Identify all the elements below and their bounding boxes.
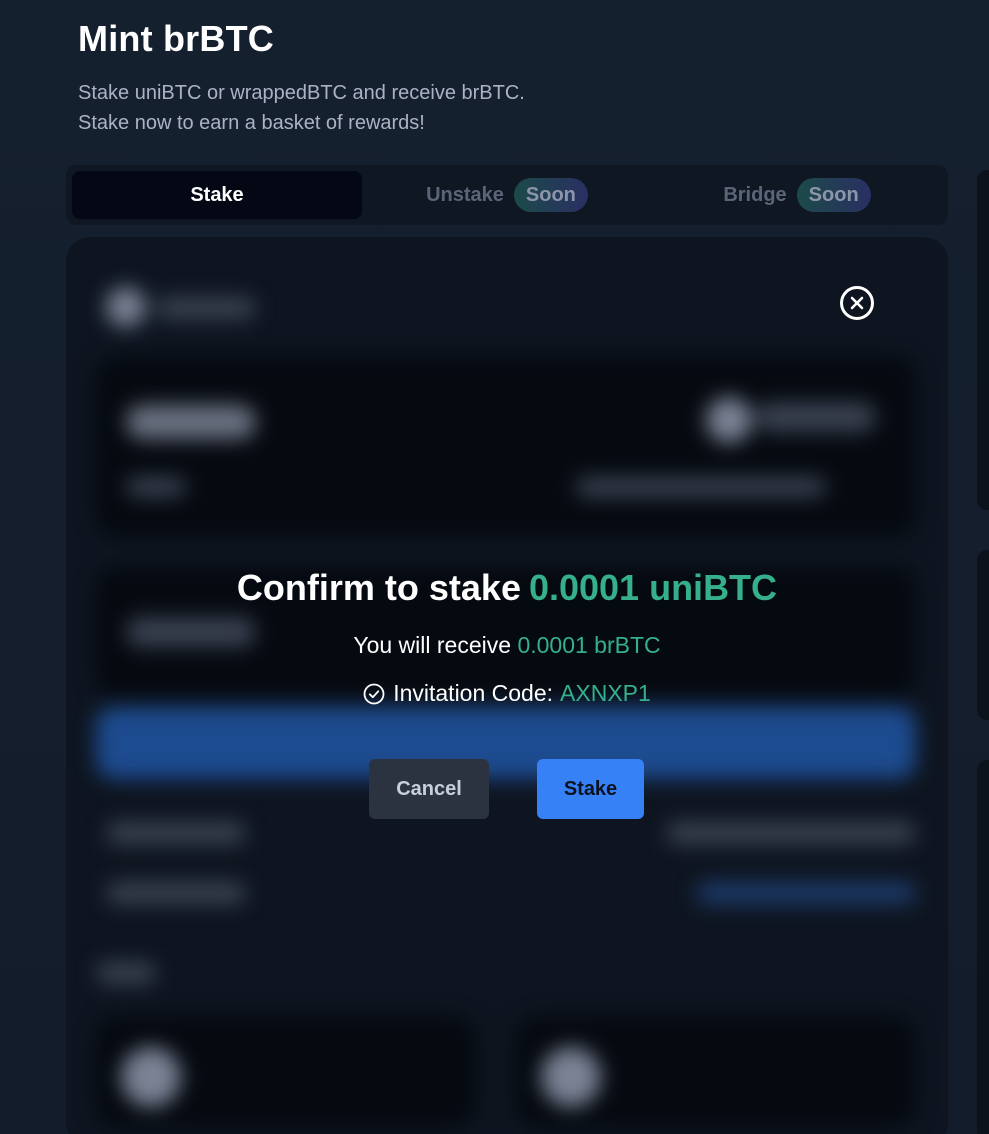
receive-amount: 0.0001 brBTC [517, 632, 661, 658]
invitation-code-row: Invitation Code: AXNXP1 [66, 680, 948, 707]
close-circle-icon [850, 296, 864, 310]
confirm-stake-modal: Confirm to stake 0.0001 uniBTC You will r… [66, 237, 948, 1134]
tab-stake-label: Stake [190, 183, 244, 206]
tab-unstake[interactable]: Unstake Soon [362, 171, 652, 219]
page-title: Mint brBTC [78, 18, 274, 59]
subtitle-line-1: Stake uniBTC or wrappedBTC and receive b… [78, 82, 525, 104]
bridge-soon-badge: Soon [796, 178, 871, 212]
tab-stake[interactable]: Stake [72, 171, 362, 219]
invitation-code: AXNXP1 [560, 680, 651, 706]
page: Mint brBTC Stake uniBTC or wrappedBTC an… [0, 0, 989, 1134]
stake-confirm-button[interactable]: Stake [537, 759, 644, 819]
invitation-label: Invitation Code: [393, 680, 554, 706]
subtitle-line-2: Stake now to earn a basket of rewards! [78, 112, 425, 134]
close-button[interactable] [840, 286, 874, 320]
page-subtitle: Stake uniBTC or wrappedBTC and receive b… [78, 78, 525, 138]
check-circle-icon [363, 683, 385, 704]
confirm-amount: 0.0001 uniBTC [528, 567, 778, 608]
tab-unstake-label: Unstake [426, 183, 504, 206]
side-panel-edge [977, 760, 989, 1134]
cancel-button[interactable]: Cancel [369, 759, 489, 819]
confirm-heading: Confirm to stake 0.0001 uniBTC [66, 567, 948, 609]
tab-bar: Stake Unstake Soon Bridge Soon [66, 165, 948, 225]
receive-text: You will receive 0.0001 brBTC [66, 632, 948, 659]
tab-bridge[interactable]: Bridge Soon [652, 171, 942, 219]
side-panel-edge [977, 550, 989, 720]
receive-prefix: You will receive [353, 632, 512, 658]
tab-bridge-label: Bridge [723, 183, 787, 206]
side-panel-edge [977, 170, 989, 510]
confirm-prefix: Confirm to stake [236, 567, 521, 608]
unstake-soon-badge: Soon [513, 178, 588, 212]
